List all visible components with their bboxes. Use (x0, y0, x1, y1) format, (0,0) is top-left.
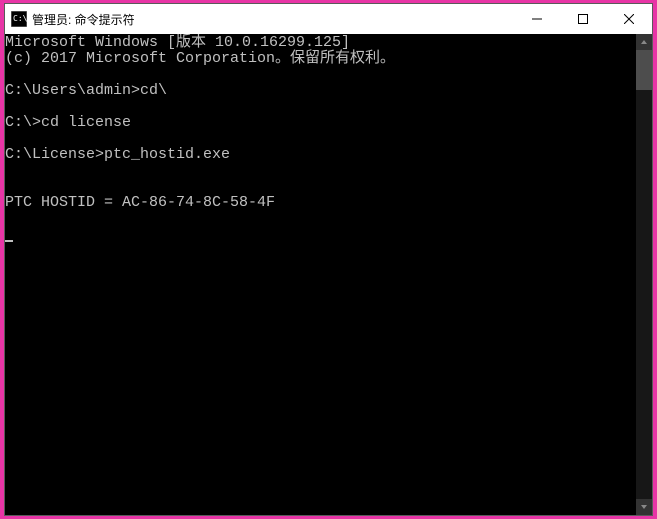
maximize-button[interactable] (560, 4, 606, 34)
scroll-track[interactable] (636, 50, 652, 499)
window-controls (514, 4, 652, 34)
version-line: Microsoft Windows [版本 10.0.16299.125] (5, 34, 350, 51)
command-input: cd license (41, 114, 131, 131)
command-prompt-window: C:\ 管理员: 命令提示符 Microsoft Windows [版本 10.… (4, 3, 653, 516)
output-hostid: PTC HOSTID = AC-86-74-8C-58-4F (5, 194, 275, 211)
prompt: C:\License> (5, 146, 104, 163)
terminal-container: Microsoft Windows [版本 10.0.16299.125] (c… (5, 34, 652, 515)
minimize-button[interactable] (514, 4, 560, 34)
titlebar[interactable]: C:\ 管理员: 命令提示符 (5, 4, 652, 34)
svg-text:C:\: C:\ (13, 14, 27, 23)
scrollbar[interactable] (636, 34, 652, 515)
scroll-down-button[interactable] (636, 499, 652, 515)
command-input: cd\ (140, 82, 167, 99)
cmd-icon: C:\ (11, 11, 27, 27)
prompt: C:\> (5, 114, 41, 131)
scroll-thumb[interactable] (636, 50, 652, 90)
prompt: C:\Users\admin> (5, 82, 140, 99)
close-button[interactable] (606, 4, 652, 34)
copyright-line: (c) 2017 Microsoft Corporation。保留所有权利。 (5, 50, 395, 67)
scroll-up-button[interactable] (636, 34, 652, 50)
window-title: 管理员: 命令提示符 (32, 11, 514, 28)
command-input: ptc_hostid.exe (104, 146, 230, 163)
terminal-cursor (5, 240, 13, 242)
terminal-output[interactable]: Microsoft Windows [版本 10.0.16299.125] (c… (5, 34, 636, 515)
